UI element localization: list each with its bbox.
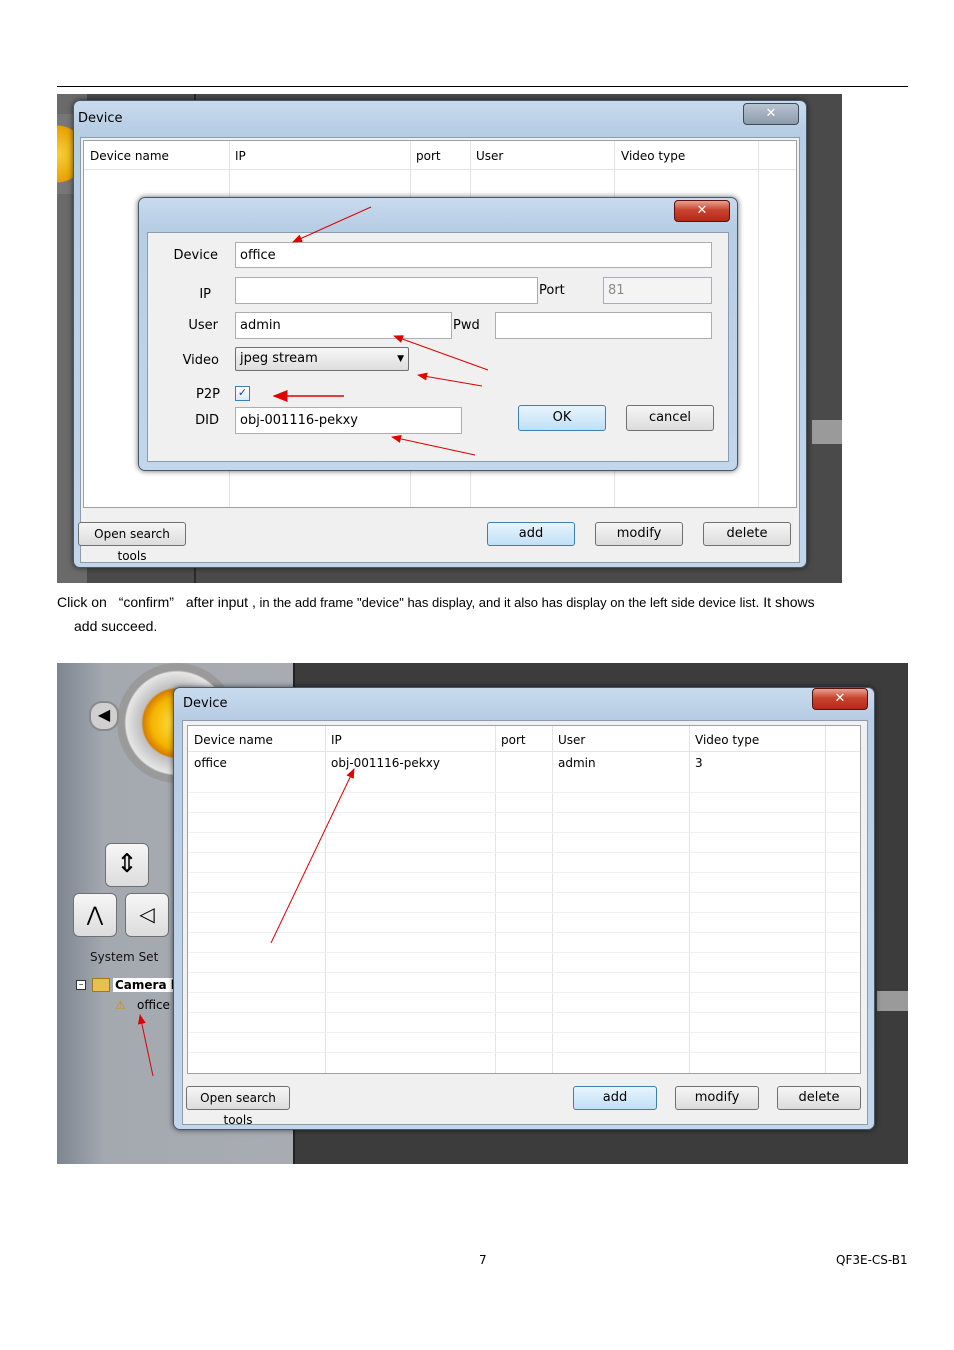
arrow-tree-item — [137, 1014, 154, 1077]
caption-part5: . It shows — [755, 594, 815, 610]
caption-part2: “confirm” — [118, 594, 174, 610]
document-code: QF3E-CS-B1 — [836, 1253, 908, 1267]
caption: Click on “confirm” after input , in the … — [57, 590, 927, 615]
caption-part1: Click on — [57, 594, 107, 610]
screenshot-add-device: Device ✕ Device name IP port User Video … — [57, 94, 842, 583]
arrow-device — [292, 206, 372, 243]
page-number: 7 — [479, 1253, 487, 1267]
caption-part3: after input , — [185, 594, 256, 610]
caption-line2: add succeed. — [74, 618, 158, 634]
arrow-user — [393, 335, 489, 371]
annotation-arrows — [137, 768, 355, 1077]
top-rule — [57, 86, 908, 87]
caption-part4: in the add frame "device" has display, a… — [255, 595, 756, 610]
arrow-video — [417, 372, 483, 387]
arrow-did — [391, 434, 476, 456]
annotation-arrows — [272, 206, 489, 456]
screenshot-device-added: ◀ ⇕ ⋀ ◁ System Set − Camera l ⚠ office D… — [57, 663, 908, 1164]
arrow-device-row — [270, 768, 355, 944]
